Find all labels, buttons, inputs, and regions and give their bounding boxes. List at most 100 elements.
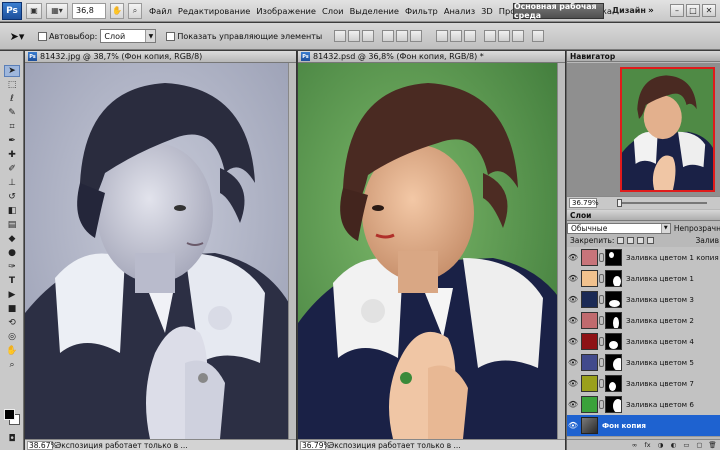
mask-link-icon[interactable]	[599, 316, 604, 325]
slider-knob[interactable]	[617, 199, 622, 207]
distribute-vcenter-icon[interactable]	[450, 30, 463, 42]
3d-orbit-tool-icon[interactable]: ◎	[4, 331, 20, 343]
visibility-eye-icon[interactable]: 👁	[568, 274, 578, 284]
navigator-panel-tab[interactable]: Навигатор	[567, 51, 720, 62]
layer-mask-thumbnail[interactable]	[605, 375, 622, 392]
marquee-tool-icon[interactable]: ⬚	[4, 79, 20, 91]
fill-color-swatch[interactable]	[581, 291, 598, 308]
layer-mask-thumbnail[interactable]	[605, 291, 622, 308]
canvas-color-photo[interactable]	[298, 63, 565, 439]
link-layers-icon[interactable]: ∞	[630, 441, 639, 449]
document-tab[interactable]: Ps 81432.jpg @ 38,7% (Фон копия, RGB/8)	[25, 51, 296, 63]
align-top-icon[interactable]	[334, 30, 347, 42]
hand-tool-icon[interactable]: ✋	[110, 2, 124, 19]
menu-item[interactable]: Выделение	[347, 0, 402, 22]
align-right-icon[interactable]	[410, 30, 423, 42]
zoom-tool-icon[interactable]: ⌕	[4, 359, 20, 371]
layer-mask-thumbnail[interactable]	[605, 312, 622, 329]
move-tool-icon[interactable]: ➤▾	[6, 27, 28, 45]
navigator-preview[interactable]	[567, 63, 720, 196]
shape-tool-icon[interactable]: ■	[4, 303, 20, 315]
menu-item[interactable]: Изображение	[253, 0, 319, 22]
eyedropper-tool-icon[interactable]: ✒	[4, 135, 20, 147]
status-zoom-field[interactable]: 38.67%	[27, 440, 58, 450]
layer-mask-thumbnail[interactable]	[605, 270, 622, 287]
auto-align-icon[interactable]	[532, 30, 545, 42]
quick-mask-icon[interactable]: ◘	[4, 433, 20, 445]
distribute-left-icon[interactable]	[484, 30, 497, 42]
vertical-scrollbar[interactable]	[288, 63, 296, 439]
layer-row[interactable]: 👁 Заливка цветом 2	[567, 310, 720, 332]
fill-color-swatch[interactable]	[581, 270, 598, 287]
layer-mask-thumbnail[interactable]	[605, 249, 622, 266]
align-hcenter-icon[interactable]	[396, 30, 409, 42]
lock-all-icon[interactable]	[647, 237, 655, 244]
mask-link-icon[interactable]	[599, 253, 604, 262]
hand-tool-icon[interactable]: ✋	[4, 345, 20, 357]
visibility-eye-icon[interactable]: 👁	[568, 295, 578, 305]
align-left-icon[interactable]	[382, 30, 395, 42]
type-tool-icon[interactable]: T	[4, 275, 20, 287]
distribute-bottom-icon[interactable]	[464, 30, 477, 42]
fill-color-swatch[interactable]	[581, 396, 598, 413]
mask-link-icon[interactable]	[599, 274, 604, 283]
adjustment-layer-icon[interactable]: ◐	[669, 441, 678, 449]
menu-item[interactable]: Анализ	[441, 0, 478, 22]
gradient-tool-icon[interactable]: ▤	[4, 219, 20, 231]
layer-row[interactable]: 👁 Заливка цветом 3	[567, 289, 720, 311]
mask-link-icon[interactable]	[599, 337, 604, 346]
visibility-eye-icon[interactable]: 👁	[568, 337, 578, 347]
fill-color-swatch[interactable]	[581, 249, 598, 266]
fill-color-swatch[interactable]	[581, 375, 598, 392]
bridge-icon[interactable]: ▣	[26, 2, 42, 19]
blend-mode-dropdown[interactable]: Обычные ▼	[567, 223, 671, 234]
crop-tool-icon[interactable]: ⌗	[4, 121, 20, 133]
mask-link-icon[interactable]	[599, 358, 604, 367]
new-layer-icon[interactable]: ▢	[695, 441, 704, 449]
distribute-hcenter-icon[interactable]	[498, 30, 511, 42]
menu-item[interactable]: Фильтр	[402, 0, 441, 22]
visibility-eye-icon[interactable]: 👁	[568, 421, 578, 431]
visibility-eye-icon[interactable]: 👁	[568, 358, 578, 368]
workspace-more-button[interactable]: »	[648, 3, 654, 19]
move-tool-icon[interactable]: ➤	[4, 65, 20, 77]
add-mask-icon[interactable]: ◑	[656, 441, 665, 449]
show-controls-checkbox[interactable]	[166, 31, 176, 41]
layer-mask-thumbnail[interactable]	[605, 333, 622, 350]
maximize-icon[interactable]: □	[686, 4, 700, 17]
canvas-bw-photo[interactable]	[25, 63, 289, 439]
workspace-design-button[interactable]: Дизайн	[612, 3, 646, 19]
layer-thumbnail[interactable]	[581, 417, 598, 434]
mask-link-icon[interactable]	[599, 295, 604, 304]
new-group-icon[interactable]: ▭	[682, 441, 691, 449]
quick-select-tool-icon[interactable]: ✎	[4, 107, 20, 119]
fill-color-swatch[interactable]	[581, 354, 598, 371]
layer-row[interactable]: 👁 Фон копия	[567, 415, 720, 437]
vertical-scrollbar[interactable]	[557, 63, 565, 439]
delete-layer-icon[interactable]: 🗑	[708, 441, 717, 449]
document-tab[interactable]: Ps 81432.psd @ 36,8% (Фон копия, RGB/8) …	[298, 51, 565, 63]
blur-tool-icon[interactable]: ◆	[4, 233, 20, 245]
distribute-top-icon[interactable]	[436, 30, 449, 42]
align-bottom-icon[interactable]	[362, 30, 375, 42]
layer-row[interactable]: 👁 Заливка цветом 1 копия	[567, 247, 720, 269]
pen-tool-icon[interactable]: ✑	[4, 261, 20, 273]
fill-color-swatch[interactable]	[581, 312, 598, 329]
layer-style-icon[interactable]: fx	[643, 441, 652, 449]
layer-row[interactable]: 👁 Заливка цветом 7	[567, 373, 720, 395]
mask-link-icon[interactable]	[599, 379, 604, 388]
menu-item[interactable]: 3D	[478, 0, 496, 22]
navigator-zoom-slider[interactable]	[617, 199, 707, 207]
lock-pixels-icon[interactable]	[627, 237, 635, 244]
foreground-color-swatch[interactable]	[4, 409, 15, 420]
dodge-tool-icon[interactable]: ●	[4, 247, 20, 259]
layer-row[interactable]: 👁 Заливка цветом 4	[567, 331, 720, 353]
menu-item[interactable]: Слои	[319, 0, 347, 22]
status-zoom-field[interactable]: 36.79%	[300, 440, 331, 450]
menu-item[interactable]: Файл	[146, 0, 175, 22]
layer-row[interactable]: 👁 Заливка цветом 5	[567, 352, 720, 374]
navigator-view-box[interactable]	[620, 67, 715, 192]
visibility-eye-icon[interactable]: 👁	[568, 316, 578, 326]
align-vcenter-icon[interactable]	[348, 30, 361, 42]
healing-brush-tool-icon[interactable]: ✚	[4, 149, 20, 161]
